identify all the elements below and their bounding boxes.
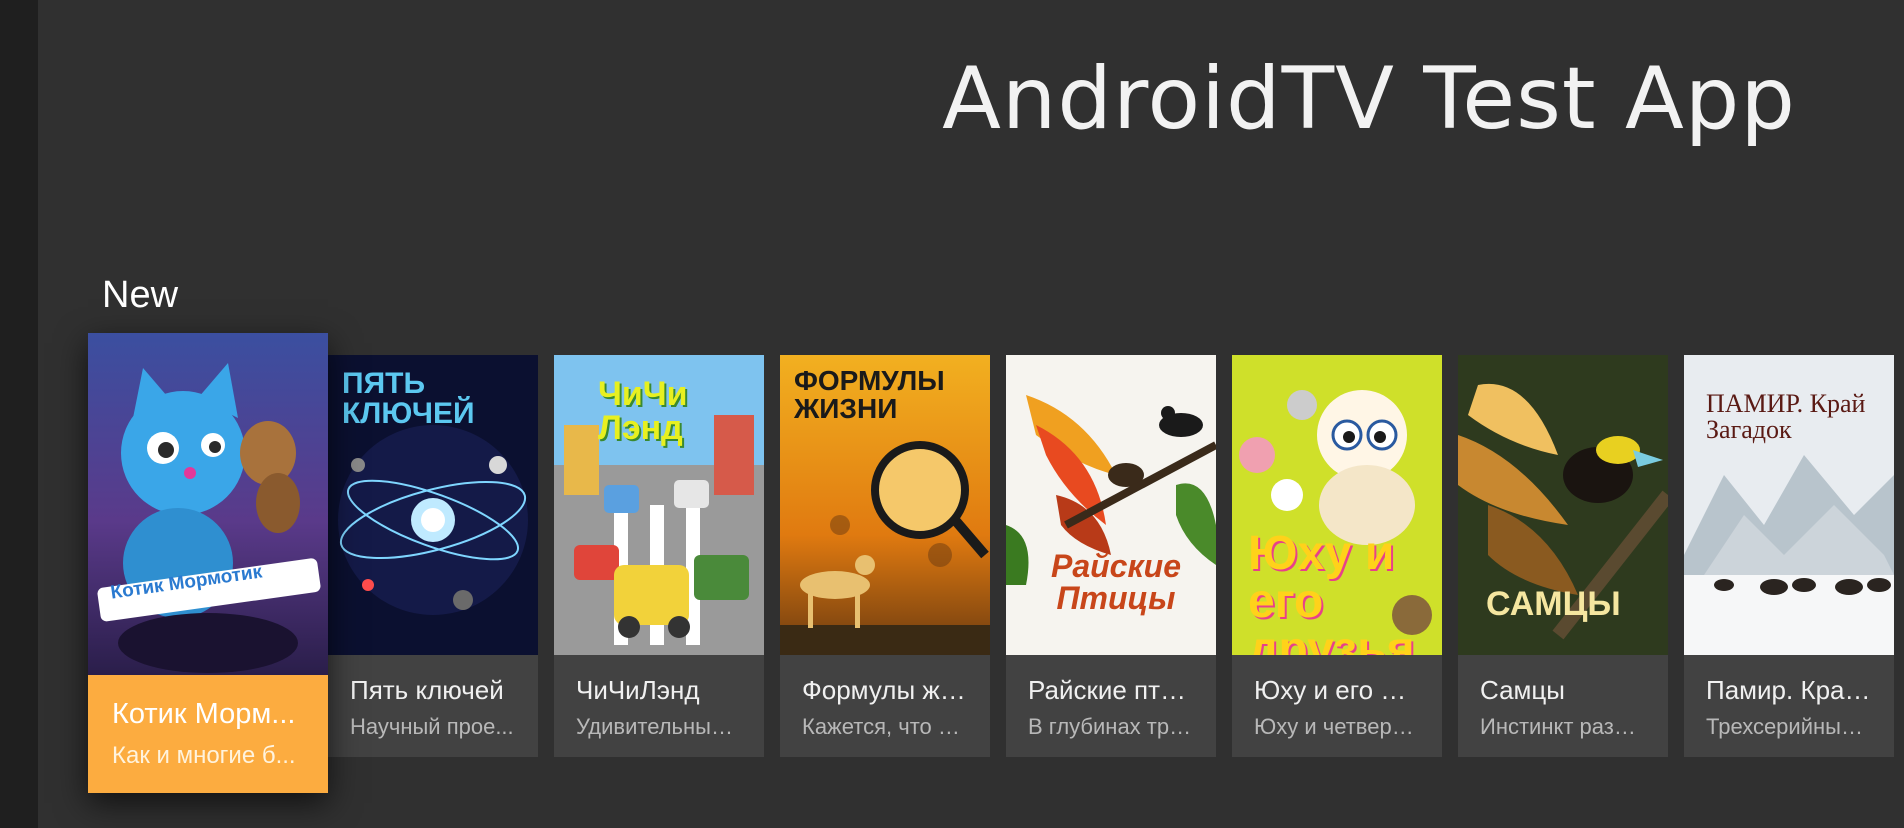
poster-image: Юху и его друзья [1232, 355, 1442, 655]
card-title: Котик Морм... [112, 698, 296, 730]
card-info: Райские пти... В глубинах тро... [1006, 655, 1216, 741]
card-description: Как и многие б... [112, 741, 296, 769]
card-title: Пять ключей [350, 675, 504, 705]
bird-display-poster-icon [1458, 355, 1668, 655]
content-card-chichilend[interactable]: ЧиЧи Лэнд ЧиЧиЛэнд Удивительный ... [554, 355, 764, 757]
content-card-kotik[interactable]: Котик Мормотик Котик Морм... Как и многи… [88, 333, 328, 793]
cartoon-animals-poster-icon [1232, 355, 1442, 655]
card-info: ЧиЧиЛэнд Удивительный ... [554, 655, 764, 741]
poster-image: ПЯТЬ КЛЮЧЕЙ [328, 355, 538, 655]
content-card-rayskie-ptitsy[interactable]: Райские Птицы Райские пти... В глубинах … [1006, 355, 1216, 757]
card-description: Трехсерийный ... [1706, 714, 1872, 740]
card-title: Самцы [1480, 675, 1565, 705]
card-title: ЧиЧиЛэнд [576, 675, 700, 705]
poster-image: Райские Птицы [1006, 355, 1216, 655]
card-description: Удивительный ... [576, 714, 742, 740]
content-card-pamir[interactable]: ПАМИР. Край Загадок Памир. Край... Трехс… [1684, 355, 1894, 757]
content-card-samtsy[interactable]: САМЦЫ Самцы Инстинкт разм... [1458, 355, 1668, 757]
bird-of-paradise-poster-icon [1006, 355, 1216, 655]
cards-row: Котик Мормотик Котик Морм... Как и многи… [0, 0, 1904, 828]
space-atom-poster-icon [328, 355, 538, 655]
card-description: Инстинкт разм... [1480, 714, 1646, 740]
card-info: Самцы Инстинкт разм... [1458, 655, 1668, 741]
content-card-pyat-klyuchey[interactable]: ПЯТЬ КЛЮЧЕЙ Пять ключей Научный прое... [328, 355, 538, 757]
card-description: Кажется, что ж... [802, 714, 968, 740]
card-title: Формулы жи... [802, 675, 968, 705]
card-info: Памир. Край... Трехсерийный ... [1684, 655, 1894, 741]
content-card-yuhu[interactable]: Юху и его друзья Юху и его др... Юху и ч… [1232, 355, 1442, 757]
card-description: Научный прое... [350, 714, 514, 740]
toy-cars-city-poster-icon [554, 355, 764, 655]
card-title: Райские пти... [1028, 675, 1194, 705]
card-info: Котик Морм... Как и многие б... [88, 675, 328, 771]
card-title: Юху и его др... [1254, 675, 1420, 705]
card-title: Памир. Край... [1706, 675, 1872, 705]
card-description: В глубинах тро... [1028, 714, 1194, 740]
poster-image: Котик Мормотик [88, 333, 328, 675]
poster-image: САМЦЫ [1458, 355, 1668, 655]
card-description: Юху и четверо ... [1254, 714, 1420, 740]
content-card-formuly-zhizni[interactable]: ФОРМУЛЫ ЖИЗНИ Формулы жи... Кажется, что… [780, 355, 990, 757]
tv-browse-screen: AndroidTV Test App New Котик Мормотик Ко… [0, 0, 1904, 828]
blue-cat-cartoon-poster-icon [88, 333, 328, 675]
card-info: Пять ключей Научный прое... [328, 655, 538, 741]
cheetah-magnifier-poster-icon [780, 355, 990, 655]
card-info: Юху и его др... Юху и четверо ... [1232, 655, 1442, 741]
poster-image: ФОРМУЛЫ ЖИЗНИ [780, 355, 990, 655]
poster-image: ЧиЧи Лэнд [554, 355, 764, 655]
mountain-yaks-poster-icon [1684, 355, 1894, 655]
poster-image: ПАМИР. Край Загадок [1684, 355, 1894, 655]
card-info: Формулы жи... Кажется, что ж... [780, 655, 990, 741]
